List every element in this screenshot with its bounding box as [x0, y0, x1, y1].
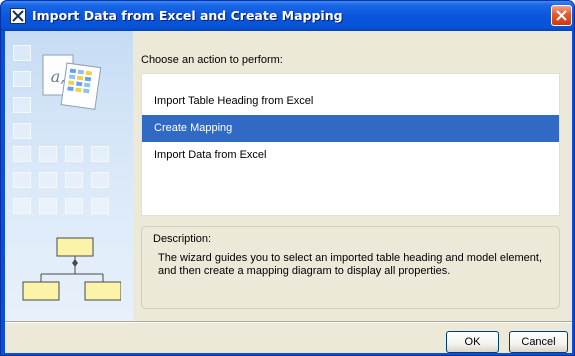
tile: [39, 172, 57, 188]
excel-import-illustration: a,: [42, 54, 102, 110]
close-icon: [556, 10, 567, 21]
mapping-diagram-illustration: [22, 237, 121, 301]
tile: [13, 172, 31, 188]
title-bar[interactable]: Import Data from Excel and Create Mappin…: [1, 1, 574, 31]
wizard-icon: [10, 8, 26, 24]
close-button[interactable]: [551, 5, 572, 26]
action-import-data[interactable]: Import Data from Excel: [142, 142, 559, 169]
tile: [39, 198, 57, 214]
window-title: Import Data from Excel and Create Mappin…: [32, 8, 343, 23]
tile: [91, 146, 109, 162]
prompt-label: Choose an action to perform:: [141, 54, 283, 66]
wizard-main-panel: Choose an action to perform: Import Tabl…: [133, 31, 572, 321]
footer-separator: [5, 321, 572, 323]
action-import-table-heading[interactable]: Import Table Heading from Excel: [142, 88, 559, 115]
tile: [65, 198, 83, 214]
cancel-button[interactable]: Cancel: [509, 331, 568, 353]
glyph-text: a,: [51, 67, 66, 86]
description-label: Description:: [153, 233, 212, 245]
tile: [91, 172, 109, 188]
tile: [13, 146, 31, 162]
tile: [39, 146, 57, 162]
tile: [65, 172, 83, 188]
tile: [13, 198, 31, 214]
description-text: The wizard guides you to select an impor…: [158, 252, 543, 277]
action-list[interactable]: Import Table Heading from Excel Create M…: [141, 73, 560, 216]
action-create-mapping[interactable]: Create Mapping: [142, 115, 559, 142]
wizard-side-panel: a,: [5, 31, 133, 321]
description-group: Description: The wizard guides you to se…: [141, 226, 560, 309]
dialog-window: Import Data from Excel and Create Mappin…: [0, 0, 575, 356]
tile: [91, 198, 109, 214]
dialog-body: a, Choose an action to perform: Import T…: [5, 31, 572, 353]
tile: [65, 146, 83, 162]
ok-button[interactable]: OK: [446, 331, 499, 353]
